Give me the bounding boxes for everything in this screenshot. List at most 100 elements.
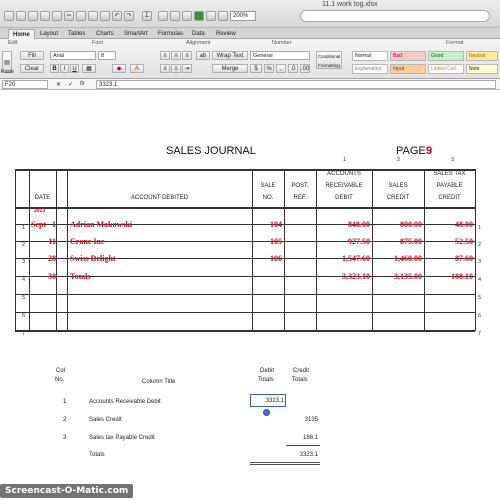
- summary-debit-value[interactable]: 3323.1: [252, 398, 284, 404]
- underline-button[interactable]: U: [70, 64, 79, 73]
- zoom-select[interactable]: 200%: [230, 11, 256, 21]
- print-icon[interactable]: [52, 11, 62, 21]
- comma-icon[interactable]: ,: [276, 64, 286, 73]
- cell-sale-no[interactable]: 104: [254, 220, 282, 229]
- align-justify-icon[interactable]: ≡: [160, 64, 170, 73]
- cell-tax-credit[interactable]: 188.10: [426, 272, 473, 281]
- align-right-icon[interactable]: ≡: [182, 51, 192, 60]
- row-number-left: 2: [22, 242, 26, 248]
- summary-credit-value[interactable]: 188.1: [286, 435, 318, 441]
- paste-icon[interactable]: [88, 11, 98, 21]
- cell-sales-credit[interactable]: 1,460.00: [374, 254, 422, 263]
- tab-layout[interactable]: Layout: [36, 29, 62, 39]
- borders-icon[interactable]: ▦: [82, 64, 96, 73]
- merge-button[interactable]: Merge: [212, 64, 248, 73]
- decrease-decimal-icon[interactable]: .00: [300, 64, 310, 73]
- style-neutral[interactable]: Neutral: [466, 51, 498, 61]
- tab-review[interactable]: Review: [212, 29, 240, 39]
- cell-ar-debit[interactable]: 927.50: [318, 237, 370, 246]
- summary-credit-value[interactable]: 3135: [286, 417, 318, 423]
- cell-tax-credit[interactable]: 52.50: [426, 237, 473, 246]
- cell-tax-credit[interactable]: 87.60: [426, 254, 473, 263]
- formula-input[interactable]: 3323.1: [96, 80, 496, 89]
- increase-decimal-icon[interactable]: .0: [288, 64, 298, 73]
- cell-month[interactable]: Sept: [31, 220, 46, 229]
- fill-handle-icon[interactable]: [263, 409, 270, 416]
- cell-ar-debit[interactable]: 848.00: [318, 220, 370, 229]
- confirm-icon[interactable]: ✓: [68, 81, 73, 88]
- font-color-icon[interactable]: A: [130, 64, 144, 73]
- tab-smartart[interactable]: SmartArt: [120, 29, 152, 39]
- italic-button[interactable]: I: [60, 64, 69, 73]
- align-center-icon[interactable]: ≡: [171, 51, 181, 60]
- style-input[interactable]: Input: [390, 64, 426, 74]
- style-good[interactable]: Good: [428, 51, 464, 61]
- gallery-icon[interactable]: [182, 11, 192, 21]
- clear-button[interactable]: Clear: [20, 64, 44, 73]
- style-normal[interactable]: Normal: [352, 51, 388, 61]
- font-size-select[interactable]: 8: [98, 51, 116, 60]
- cell-tax-credit[interactable]: 48.00: [426, 220, 473, 229]
- text-orientation-icon[interactable]: ab: [196, 51, 210, 60]
- style-note[interactable]: Note: [466, 64, 498, 74]
- format-painter-icon[interactable]: [100, 11, 110, 21]
- save-icon[interactable]: [40, 11, 50, 21]
- wrap-text-button[interactable]: Wrap Text: [212, 51, 248, 60]
- redo-icon[interactable]: ↷: [124, 11, 134, 21]
- cell-account[interactable]: Totals: [70, 272, 91, 281]
- cut-icon[interactable]: ✂: [64, 11, 74, 21]
- worksheet[interactable]: SALES JOURNAL PAGE 9 1 2 3 DATE ACCOUNT …: [0, 90, 500, 500]
- currency-icon[interactable]: $: [250, 64, 262, 73]
- cell-sale-no[interactable]: 105: [254, 237, 282, 246]
- style-bad[interactable]: Bad: [390, 51, 426, 61]
- template-icon[interactable]: [16, 11, 26, 21]
- cell-day[interactable]: 30: [46, 272, 56, 281]
- align-left-icon[interactable]: ≡: [160, 51, 170, 60]
- style-linked-cell[interactable]: Linked Cell: [428, 64, 464, 74]
- cell-account[interactable]: Swiss Delight: [70, 254, 116, 263]
- cell-day[interactable]: 11: [46, 237, 56, 246]
- fill-button[interactable]: Fill: [20, 51, 44, 60]
- tab-formulas[interactable]: Formulas: [154, 29, 187, 39]
- fill-color-icon[interactable]: ◆: [112, 64, 126, 73]
- cell-sales-credit[interactable]: 875.00: [374, 237, 422, 246]
- name-box[interactable]: F20: [2, 80, 48, 89]
- conditional-formatting-button[interactable]: Conditional Formatting: [316, 51, 342, 69]
- media-icon[interactable]: [206, 11, 216, 21]
- chart-icon[interactable]: [218, 11, 228, 21]
- percent-icon[interactable]: %: [264, 64, 274, 73]
- tab-charts[interactable]: Charts: [92, 29, 118, 39]
- toolbox-icon[interactable]: [194, 11, 204, 21]
- cell-day[interactable]: 28: [46, 254, 56, 263]
- cell-ar-debit[interactable]: 3,323.10: [318, 272, 370, 281]
- number-format-select[interactable]: General: [250, 51, 310, 60]
- cell-sales-credit[interactable]: 3,135.00: [374, 272, 422, 281]
- summary-credit-value[interactable]: 3323.1: [286, 452, 318, 458]
- tab-data[interactable]: Data: [188, 29, 209, 39]
- style-explanatory[interactable]: Explanatory...: [352, 64, 388, 74]
- font-name-select[interactable]: Arial: [50, 51, 96, 60]
- cell-account[interactable]: Crane Inc: [70, 237, 104, 246]
- new-document-icon[interactable]: [4, 11, 14, 21]
- bold-button[interactable]: B: [50, 64, 59, 73]
- cell-sales-credit[interactable]: 800.00: [374, 220, 422, 229]
- cell-sale-no[interactable]: 106: [254, 254, 282, 263]
- indent-icon[interactable]: ⇥: [182, 64, 192, 73]
- autosum-icon[interactable]: Σ: [142, 11, 152, 21]
- cancel-icon[interactable]: ✕: [56, 81, 61, 88]
- filter-icon[interactable]: [170, 11, 180, 21]
- sort-ascending-icon[interactable]: [158, 11, 168, 21]
- function-icon[interactable]: fx: [80, 81, 85, 87]
- open-icon[interactable]: [28, 11, 38, 21]
- tab-tables[interactable]: Tables: [64, 29, 89, 39]
- ribbon-tabs: Home Layout Tables Charts SmartArt Formu…: [0, 28, 500, 39]
- cell-account[interactable]: Adrian Makowski: [70, 220, 132, 229]
- cell-ar-debit[interactable]: 1,547.60: [318, 254, 370, 263]
- copy-icon[interactable]: [76, 11, 86, 21]
- cell-day[interactable]: 1: [46, 220, 56, 229]
- undo-icon[interactable]: ↶: [112, 11, 122, 21]
- search-input[interactable]: [300, 10, 490, 22]
- header-post-ref-line1: POST.: [291, 183, 309, 189]
- align-middle-icon[interactable]: ≡: [171, 64, 181, 73]
- tab-home[interactable]: Home: [8, 29, 35, 39]
